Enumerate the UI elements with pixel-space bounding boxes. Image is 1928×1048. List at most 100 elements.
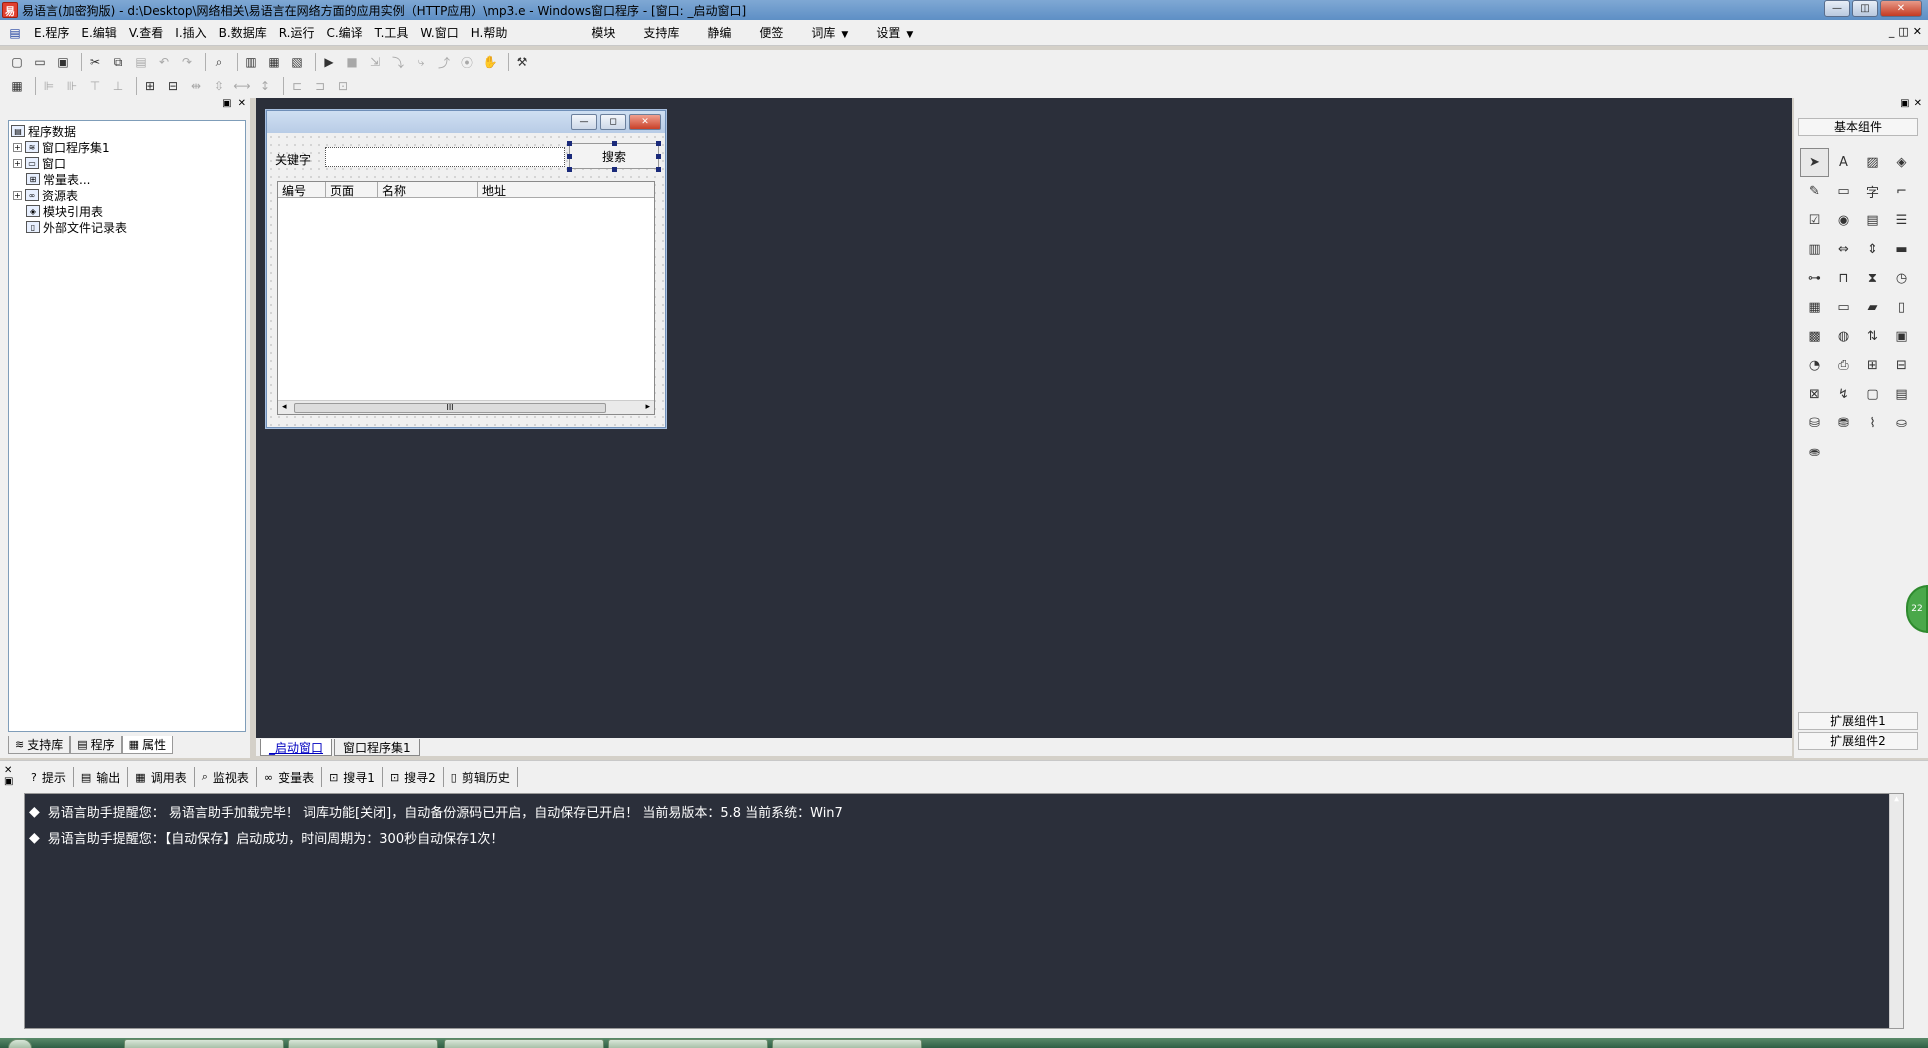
menu-tools[interactable]: T.工具	[369, 24, 415, 41]
select-list-icon[interactable]: ▥	[1800, 235, 1829, 264]
menu-notes[interactable]: 便签	[745, 24, 797, 41]
space-vertical-icon[interactable]: ↕	[256, 77, 274, 95]
redo-icon[interactable]: ↷	[178, 53, 196, 71]
slider-icon[interactable]: ⊶	[1800, 264, 1829, 293]
tree-item-external-files[interactable]: ▯ 外部文件记录表	[26, 219, 127, 235]
find-icon[interactable]: ⌕	[210, 53, 228, 71]
progress-bar-icon[interactable]: ▬	[1887, 235, 1916, 264]
chart-icon[interactable]: ⌇	[1858, 409, 1887, 438]
cut-icon[interactable]: ✂	[86, 53, 104, 71]
pointer-icon[interactable]: ➤	[1800, 148, 1829, 177]
align-top-icon[interactable]: ⊤	[86, 77, 104, 95]
pin-icon[interactable]: ▣	[1900, 98, 1909, 112]
network-server-icon[interactable]: ⊠	[1800, 380, 1829, 409]
tab-startup-window[interactable]: _启动窗口	[260, 739, 333, 756]
minimize-button[interactable]: —	[1824, 0, 1850, 17]
tree-root[interactable]: ▤ 程序数据	[11, 123, 76, 139]
align-bottom-icon[interactable]: ⊥	[109, 77, 127, 95]
close-button[interactable]: ✕	[1880, 0, 1922, 17]
taskbar-item[interactable]	[772, 1039, 922, 1048]
size-width-icon[interactable]: ⊏	[288, 77, 306, 95]
mdi-restore-button[interactable]: ◫	[1898, 25, 1908, 38]
form-body[interactable]: 关键字 搜索 编号 页面 名称 地址 ◂ III ▸	[267, 133, 665, 427]
tab-properties[interactable]: ▦ 属性	[121, 736, 174, 754]
layout-bottom-icon[interactable]: ▦	[265, 53, 283, 71]
align-right-icon[interactable]: ⊪	[63, 77, 81, 95]
center-vertical-icon[interactable]: ⊟	[164, 77, 182, 95]
tab-program[interactable]: ▤ 程序	[70, 736, 122, 754]
menu-compile[interactable]: C.编译	[320, 24, 368, 41]
size-both-icon[interactable]: ⊡	[334, 77, 352, 95]
odbc-source-icon[interactable]: ⛂	[1800, 438, 1829, 467]
menu-view[interactable]: V.查看	[123, 24, 169, 41]
selection-handle[interactable]	[656, 154, 661, 159]
serial-port-icon[interactable]: ↯	[1829, 380, 1858, 409]
doc-icon[interactable]: ▤	[6, 24, 24, 42]
drive-box-icon[interactable]: ▭	[1829, 293, 1858, 322]
hyperlink-icon[interactable]: ◍	[1829, 322, 1858, 351]
calendar-icon[interactable]: ▦	[1800, 293, 1829, 322]
printer-icon[interactable]: ⎙	[1829, 351, 1858, 380]
checkbox-icon[interactable]: ☑	[1800, 206, 1829, 235]
tab-search-2[interactable]: ⊡ 搜寻2	[383, 767, 444, 787]
column-header[interactable]: 页面	[326, 182, 378, 198]
step-into-icon[interactable]: ⤵	[389, 53, 407, 71]
animation-icon[interactable]: ⧗	[1858, 264, 1887, 293]
selection-handle[interactable]	[567, 141, 572, 146]
tab-variables[interactable]: ∞ 变量表	[257, 767, 323, 787]
tree-item-module-refs[interactable]: ◈ 模块引用表	[26, 203, 103, 219]
selection-handle[interactable]	[612, 167, 617, 172]
results-list-view[interactable]: 编号 页面 名称 地址 ◂ III ▸	[277, 181, 655, 415]
database-icon[interactable]: ⛁	[1800, 409, 1829, 438]
menu-settings[interactable]: 设置 ▼	[862, 24, 927, 41]
menu-edit[interactable]: E.编辑	[75, 24, 122, 41]
basic-components-header[interactable]: 基本组件	[1798, 118, 1918, 136]
date-picker-icon[interactable]: ◷	[1887, 264, 1916, 293]
menu-support-lib[interactable]: 支持库	[629, 24, 693, 41]
vertical-scroll-icon[interactable]: ⇕	[1858, 235, 1887, 264]
drawing-board-icon[interactable]: ✎	[1800, 177, 1829, 206]
tab-window-assembly[interactable]: 窗口程序集1	[334, 739, 420, 756]
scroll-thumb[interactable]: III	[294, 403, 606, 413]
horizontal-scrollbar[interactable]: ◂ III ▸	[278, 400, 654, 414]
taskbar-item[interactable]	[444, 1039, 604, 1048]
step-icon[interactable]: ⇲	[366, 53, 384, 71]
adjuster-icon[interactable]: ⇅	[1858, 322, 1887, 351]
menu-static-compile[interactable]: 静编	[693, 24, 745, 41]
tree-item-window[interactable]: + ▭ 窗口	[13, 155, 66, 171]
text-label-icon[interactable]: 字	[1858, 177, 1887, 206]
selection-handle[interactable]	[656, 167, 661, 172]
picture-box-icon[interactable]: ▨	[1858, 148, 1887, 177]
tree-item-constants[interactable]: ⊞ 常量表...	[26, 171, 90, 187]
label-icon[interactable]: A	[1829, 148, 1858, 177]
tab-support-lib[interactable]: ≋ 支持库	[8, 736, 71, 754]
copy-icon[interactable]: ⧉	[109, 53, 127, 71]
save-icon[interactable]: ▣	[54, 53, 72, 71]
timer-icon[interactable]: ◔	[1800, 351, 1829, 380]
close-icon[interactable]: ✕	[4, 765, 13, 776]
menu-window[interactable]: W.窗口	[414, 24, 464, 41]
menu-database[interactable]: B.数据库	[213, 24, 273, 41]
menu-help[interactable]: H.帮助	[465, 24, 514, 41]
extended-components-1-button[interactable]: 扩展组件1	[1798, 712, 1918, 730]
taskbar-item[interactable]	[124, 1039, 284, 1048]
tab-clipboard-history[interactable]: ▯ 剪辑历史	[444, 767, 518, 787]
layout-right-icon[interactable]: ▧	[288, 53, 306, 71]
network-client-icon[interactable]: ⊟	[1887, 351, 1916, 380]
common-dialog-icon[interactable]: ▣	[1887, 322, 1916, 351]
size-height-icon[interactable]: ⊐	[311, 77, 329, 95]
taskbar-item[interactable]	[608, 1039, 768, 1048]
tab-output[interactable]: ▤ 输出	[74, 767, 129, 787]
outline-icon[interactable]: ▢	[1858, 380, 1887, 409]
menu-program[interactable]: E.程序	[28, 24, 75, 41]
tab-call-stack[interactable]: ▦ 调用表	[128, 767, 195, 787]
grid-icon[interactable]: ▦	[8, 77, 26, 95]
debug-tool-icon[interactable]: ⚒	[513, 53, 531, 71]
undo-icon[interactable]: ↶	[155, 53, 173, 71]
step-over-icon[interactable]: ⤷	[412, 53, 430, 71]
menu-run[interactable]: R.运行	[273, 24, 321, 41]
extended-components-2-button[interactable]: 扩展组件2	[1798, 732, 1918, 750]
same-width-icon[interactable]: ⇹	[187, 77, 205, 95]
assistant-badge[interactable]: 22	[1906, 585, 1928, 633]
close-icon[interactable]: ✕	[1914, 98, 1922, 112]
